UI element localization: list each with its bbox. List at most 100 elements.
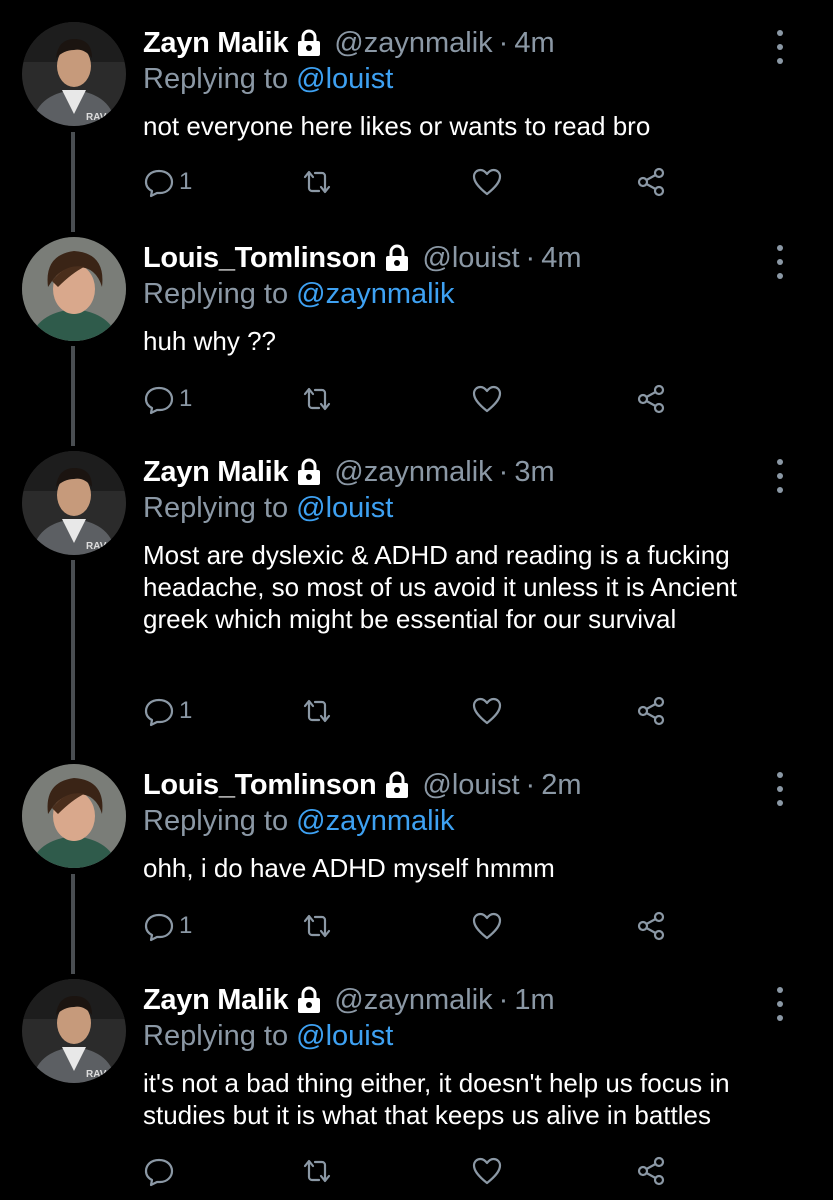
tweet-time[interactable]: 3m: [514, 455, 554, 489]
separator-dot: ·: [525, 769, 536, 801]
mention-link[interactable]: @zaynmalik: [296, 805, 454, 837]
retweet-icon: [303, 387, 331, 411]
separator-dot: ·: [498, 984, 509, 1016]
mention-link[interactable]: @louist: [296, 492, 393, 524]
heart-icon: [472, 912, 502, 940]
share-button[interactable]: [635, 383, 667, 415]
retweet-icon: [303, 170, 331, 194]
more-vertical-icon[interactable]: [770, 245, 790, 279]
share-button[interactable]: [635, 910, 667, 942]
tweet-time[interactable]: 2m: [541, 768, 581, 802]
lock-icon: [386, 771, 409, 798]
retweet-icon: [303, 914, 331, 938]
reply-count: 1: [179, 168, 193, 195]
replying-to-label: Replying to: [143, 805, 289, 837]
tweet-actions: 1: [143, 383, 703, 423]
tweet-header: Louis_Tomlinson @louist · 4m: [143, 241, 582, 275]
mention-link[interactable]: @louist: [296, 63, 393, 95]
replying-to-label: Replying to: [143, 63, 289, 95]
share-icon: [637, 911, 665, 941]
author-handle[interactable]: @zaynmalik: [334, 455, 492, 489]
author-name[interactable]: Zayn Malik: [143, 983, 289, 1017]
avatar[interactable]: RAV: [22, 451, 126, 555]
reply-button[interactable]: [143, 1155, 179, 1187]
lock-icon: [298, 458, 321, 485]
tweet-header: Louis_Tomlinson @louist · 2m: [143, 768, 582, 802]
reply-button[interactable]: 1: [143, 695, 192, 727]
lock-icon: [298, 986, 321, 1013]
avatar[interactable]: RAV: [22, 979, 126, 1083]
author-name[interactable]: Louis_Tomlinson: [143, 768, 377, 802]
tweet-time[interactable]: 4m: [514, 26, 554, 60]
retweet-button[interactable]: [301, 695, 333, 727]
tweet-header: Zayn Malik @zaynmalik · 4m: [143, 26, 555, 60]
share-button[interactable]: [635, 1155, 667, 1187]
tweet[interactable]: Louis_Tomlinson @louist · 2m Replying to…: [0, 764, 833, 964]
author-name[interactable]: Louis_Tomlinson: [143, 241, 377, 275]
like-button[interactable]: [471, 695, 503, 727]
tweet-text: ohh, i do have ADHD myself hmmm: [143, 853, 555, 883]
avatar-shirt-text: RAV: [86, 112, 107, 123]
tweet[interactable]: RAV Zayn Malik @zaynmalik · 4m Replying …: [0, 22, 833, 222]
tweet-actions: 1: [143, 695, 703, 735]
mention-link[interactable]: @zaynmalik: [296, 278, 454, 310]
retweet-button[interactable]: [301, 166, 333, 198]
author-name[interactable]: Zayn Malik: [143, 455, 289, 489]
heart-icon: [472, 1157, 502, 1185]
share-button[interactable]: [635, 166, 667, 198]
retweet-icon: [303, 1159, 331, 1183]
reply-button[interactable]: 1: [143, 910, 192, 942]
reply-icon: [144, 913, 174, 942]
reply-icon: [144, 698, 174, 727]
louis-avatar-image: [22, 237, 126, 341]
tweet-text: not everyone here likes or wants to read…: [143, 111, 651, 141]
like-button[interactable]: [471, 383, 503, 415]
heart-icon: [472, 168, 502, 196]
more-vertical-icon[interactable]: [770, 987, 790, 1021]
reply-count: 1: [179, 912, 193, 939]
reply-count: 1: [179, 697, 193, 724]
retweet-button[interactable]: [301, 1155, 333, 1187]
more-vertical-icon[interactable]: [770, 30, 790, 64]
replying-to-label: Replying to: [143, 492, 289, 524]
tweet[interactable]: RAV Zayn Malik @zaynmalik · 1m Replying …: [0, 979, 833, 1200]
retweet-button[interactable]: [301, 383, 333, 415]
reply-button[interactable]: 1: [143, 166, 192, 198]
reply-icon: [144, 169, 174, 198]
mention-link[interactable]: @louist: [296, 1020, 393, 1052]
reply-thread: RAV Zayn Malik @zaynmalik · 4m Replying …: [0, 0, 833, 1200]
tweet[interactable]: Louis_Tomlinson @louist · 4m Replying to…: [0, 237, 833, 437]
tweet-header: Zayn Malik @zaynmalik · 3m: [143, 455, 555, 489]
tweet-actions: [143, 1155, 703, 1195]
separator-dot: ·: [498, 27, 509, 59]
avatar[interactable]: [22, 237, 126, 341]
author-handle[interactable]: @louist: [422, 241, 519, 275]
avatar-shirt-text: RAV: [86, 1069, 107, 1080]
reply-button[interactable]: 1: [143, 383, 192, 415]
author-handle[interactable]: @louist: [422, 768, 519, 802]
more-vertical-icon[interactable]: [770, 772, 790, 806]
like-button[interactable]: [471, 1155, 503, 1187]
avatar[interactable]: RAV: [22, 22, 126, 126]
like-button[interactable]: [471, 166, 503, 198]
replying-to-label: Replying to: [143, 1020, 289, 1052]
author-name[interactable]: Zayn Malik: [143, 26, 289, 60]
replying-to: Replying to @zaynmalik: [143, 804, 455, 838]
tweet-time[interactable]: 1m: [514, 983, 554, 1017]
share-icon: [637, 384, 665, 414]
tweet[interactable]: RAV Zayn Malik @zaynmalik · 3m Replying …: [0, 451, 833, 751]
tweet-text: huh why ??: [143, 326, 276, 356]
reply-icon: [144, 386, 174, 415]
avatar[interactable]: [22, 764, 126, 868]
like-button[interactable]: [471, 910, 503, 942]
more-vertical-icon[interactable]: [770, 459, 790, 493]
author-handle[interactable]: @zaynmalik: [334, 983, 492, 1017]
retweet-button[interactable]: [301, 910, 333, 942]
lock-icon: [298, 29, 321, 56]
share-button[interactable]: [635, 695, 667, 727]
retweet-icon: [303, 699, 331, 723]
tweet-time[interactable]: 4m: [541, 241, 581, 275]
separator-dot: ·: [498, 456, 509, 488]
replying-to-label: Replying to: [143, 278, 289, 310]
author-handle[interactable]: @zaynmalik: [334, 26, 492, 60]
